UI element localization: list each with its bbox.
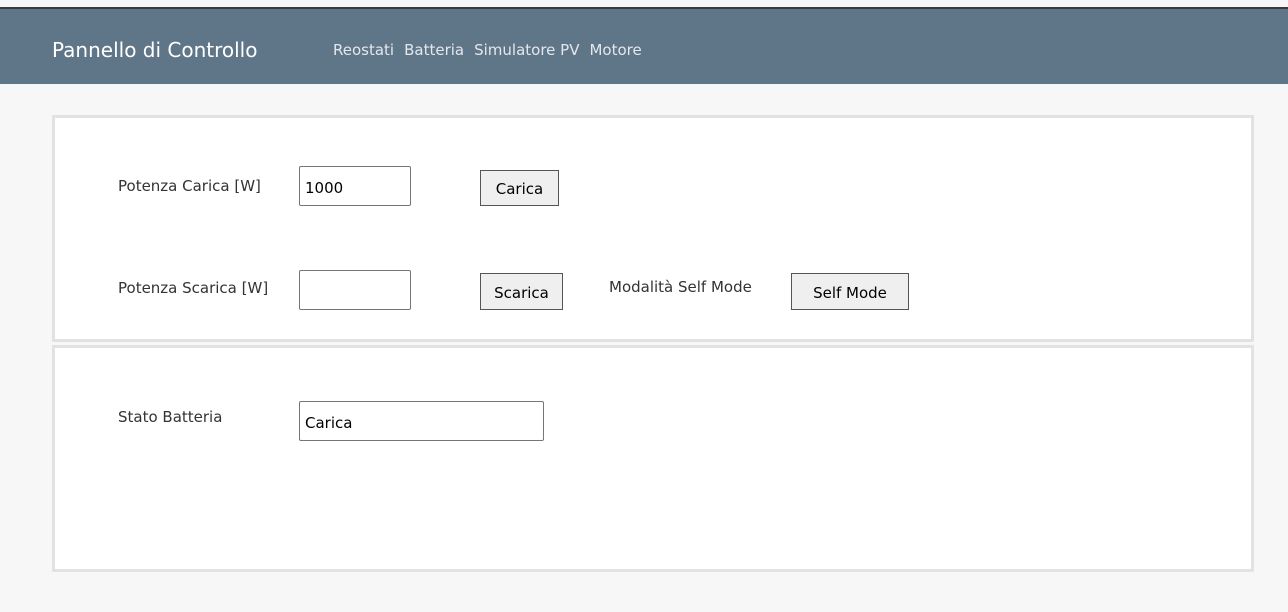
self-mode-button[interactable]: Self Mode (791, 273, 909, 310)
nav-link-simulatore-pv[interactable]: Simulatore PV (474, 40, 579, 60)
battery-status-panel: Stato Batteria (52, 345, 1254, 572)
nav-link-motore[interactable]: Motore (589, 40, 641, 60)
battery-state-label: Stato Batteria (118, 408, 223, 426)
nav-link-reostati[interactable]: Reostati (333, 40, 394, 60)
brand-title[interactable]: Pannello di Controllo (52, 37, 257, 63)
nav-links: Reostati Batteria Simulatore PV Motore (333, 40, 642, 60)
discharge-power-label: Potenza Scarica [W] (118, 279, 269, 297)
charge-power-input[interactable] (299, 166, 411, 206)
self-mode-label: Modalità Self Mode (609, 278, 752, 296)
discharge-button[interactable]: Scarica (480, 273, 563, 310)
battery-controls-panel: Potenza Carica [W] Carica Potenza Scaric… (52, 115, 1254, 342)
nav-link-batteria[interactable]: Batteria (404, 40, 464, 60)
battery-state-field[interactable] (299, 401, 544, 441)
discharge-power-input[interactable] (299, 270, 411, 310)
charge-button[interactable]: Carica (480, 170, 559, 206)
navbar: Pannello di Controllo Reostati Batteria … (0, 7, 1288, 84)
charge-power-label: Potenza Carica [W] (118, 177, 261, 195)
